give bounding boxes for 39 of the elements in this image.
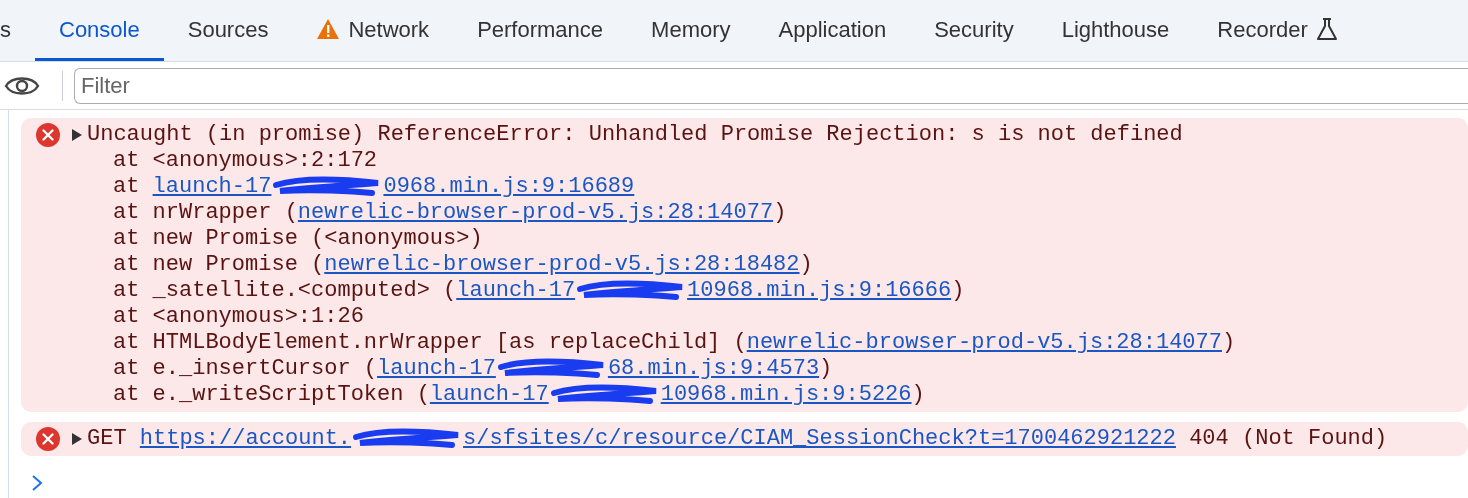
warning-icon [316, 18, 341, 40]
panel-tab[interactable]: s [0, 0, 35, 61]
collapsed-arrow-icon[interactable] [71, 128, 83, 142]
source-link[interactable]: launch-17 68.min.js:9:4573 [377, 356, 820, 381]
source-link[interactable]: launch-17 10968.min.js:9:16666 [456, 278, 952, 303]
source-link[interactable]: newrelic-browser-prod-v5.js:28:14077 [746, 330, 1222, 355]
panel-tab[interactable]: Application [754, 0, 911, 61]
eye-icon[interactable] [4, 74, 40, 97]
stack-frame: at nrWrapper (newrelic-browser-prod-v5.js:28:14077) [87, 200, 1236, 226]
stack-frame: at HTMLBodyElement.nrWrapper [as replaceChild] (newrelic-browser-prod-v5.js:28:14077) [87, 330, 1236, 356]
error-icon [35, 122, 61, 148]
error-icon [35, 426, 61, 452]
flask-icon [1315, 17, 1338, 41]
error-text: Uncaught (in promise) ReferenceError: Unhandled Promise Rejection: s is not defined [87, 122, 1184, 148]
stack-frame: at new Promise (newrelic-browser-prod-v5.js:28:18482) [87, 252, 1236, 278]
source-link[interactable]: newrelic-browser-prod-v5.js:28:18482 [324, 252, 800, 277]
stack-frame: at e._writeScriptToken (launch-17 10968.min.js:9:5226) [87, 382, 1236, 408]
panel-tab[interactable]: Console [35, 0, 164, 61]
stack-frame: at new Promise (<anonymous>) [87, 226, 1236, 252]
source-link[interactable]: launch-17 0968.min.js:9:16689 [152, 174, 635, 199]
request-line: GET https://account. s/sfsites/c/resource/CIAM_SessionCheck?t=1700462921222 404 (Not Found) [87, 426, 1388, 452]
stack-frame: at _satellite.<computed> (launch-17 10968.min.js:9:16666) [87, 278, 1236, 304]
panel-tab[interactable]: Performance [453, 0, 628, 61]
source-link[interactable]: launch-17 10968.min.js:9:5226 [429, 382, 912, 407]
stack-frame: at launch-17 0968.min.js:9:16689 [87, 174, 1236, 200]
stack-frame: at <anonymous>:1:26 [87, 304, 1236, 330]
panel-tab[interactable]: Sources [163, 0, 293, 61]
panel-tab[interactable]: Network [292, 0, 454, 61]
panel-tab[interactable]: Lighthouse [1037, 0, 1194, 61]
stack-frame: at <anonymous>:2:172 [87, 148, 1236, 174]
panel-tab[interactable]: Recorder [1193, 0, 1362, 61]
collapsed-arrow-icon[interactable] [71, 432, 83, 446]
stack-frame: at e._insertCursor (launch-17 68.min.js:9:4573) [87, 356, 1236, 382]
filter-field[interactable]: Filter [74, 67, 1468, 104]
source-link[interactable]: newrelic-browser-prod-v5.js:28:14077 [297, 200, 774, 225]
source-link[interactable]: https://account. s/sfsites/c/resource/CIAM_SessionCheck?t=1700462921222 [139, 426, 1176, 451]
panel-tab[interactable]: Memory [627, 0, 755, 61]
prompt-icon[interactable] [31, 474, 43, 492]
panel-tab[interactable]: Security [910, 0, 1038, 61]
